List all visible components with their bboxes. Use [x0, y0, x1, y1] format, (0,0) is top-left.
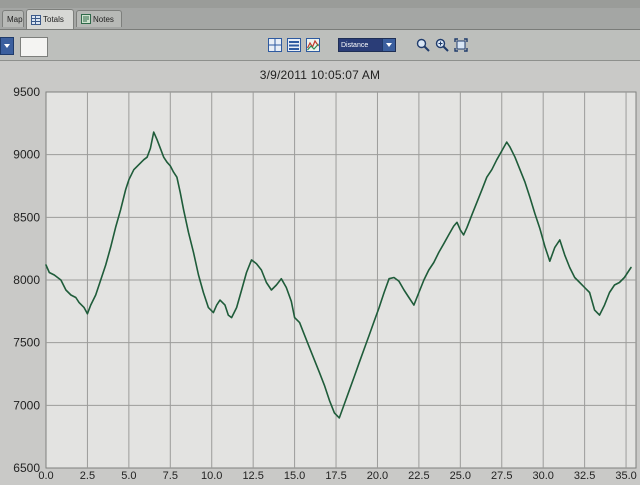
x-tick-label: 10.0: [201, 470, 222, 480]
tab-map[interactable]: Map: [2, 10, 24, 27]
x-tick-label: 2.5: [80, 470, 95, 480]
x-tick-label: 17.5: [325, 470, 346, 480]
x-tick-label: 5.0: [121, 470, 136, 480]
y-tick-label: 6500: [13, 461, 40, 475]
tab-notes[interactable]: Notes: [76, 10, 122, 27]
line-chart: 0.0 2.5 5.0 7.5 10.0 12.5 15.0 17.5 20.0 22.5 25.0…: [13, 85, 636, 482]
x-tick-label: 12.5: [242, 470, 263, 480]
x-tick-label: 35.0: [615, 470, 636, 480]
x-tick-label: 30.0: [532, 470, 553, 480]
color-swatch[interactable]: [20, 37, 48, 57]
zoom-in-icon[interactable]: [435, 38, 449, 52]
x-tick-label: 0.0: [38, 470, 53, 480]
left-dropdown-button[interactable]: [0, 37, 14, 55]
chevron-down-icon: [382, 39, 395, 51]
metric-select[interactable]: Distance: [338, 38, 396, 52]
y-tick-label: 7500: [13, 336, 40, 350]
metric-select-value: Distance: [339, 39, 382, 51]
chart-toolbar: Distance: [0, 30, 640, 61]
chart-layout-icon[interactable]: [268, 38, 282, 52]
chart-area: 0.0 2.5 5.0 7.5 10.0 12.5 15.0 17.5 20.0 22.5 25.0…: [0, 84, 640, 482]
fit-icon[interactable]: [454, 38, 468, 52]
x-tick-label: 7.5: [163, 470, 178, 480]
y-tick-label: 9500: [13, 85, 40, 99]
zoom-icon[interactable]: [416, 38, 430, 52]
tab-map-label: Map: [7, 14, 23, 24]
y-tick-label: 8500: [13, 210, 40, 224]
notes-icon: [81, 14, 91, 24]
tab-totals[interactable]: Totals: [26, 9, 74, 29]
y-tick-label: 7000: [13, 398, 40, 412]
tab-strip: Map Totals Notes: [0, 8, 640, 30]
tab-totals-label: Totals: [43, 15, 64, 24]
x-tick-label: 27.5: [491, 470, 512, 480]
y-tick-label: 9000: [13, 148, 40, 162]
list-icon[interactable]: [287, 38, 301, 52]
x-tick-label: 32.5: [574, 470, 595, 480]
totals-icon: [31, 14, 41, 25]
chart-title: 3/9/2011 10:05:07 AM: [259, 68, 381, 82]
x-tick-label: 25.0: [450, 470, 471, 480]
tab-notes-label: Notes: [93, 14, 114, 24]
graph-icon[interactable]: [306, 38, 320, 52]
x-tick-label: 22.5: [408, 470, 429, 480]
x-tick-label: 15.0: [284, 470, 305, 480]
x-tick-label: 20.0: [367, 470, 388, 480]
y-tick-label: 8000: [13, 273, 40, 287]
